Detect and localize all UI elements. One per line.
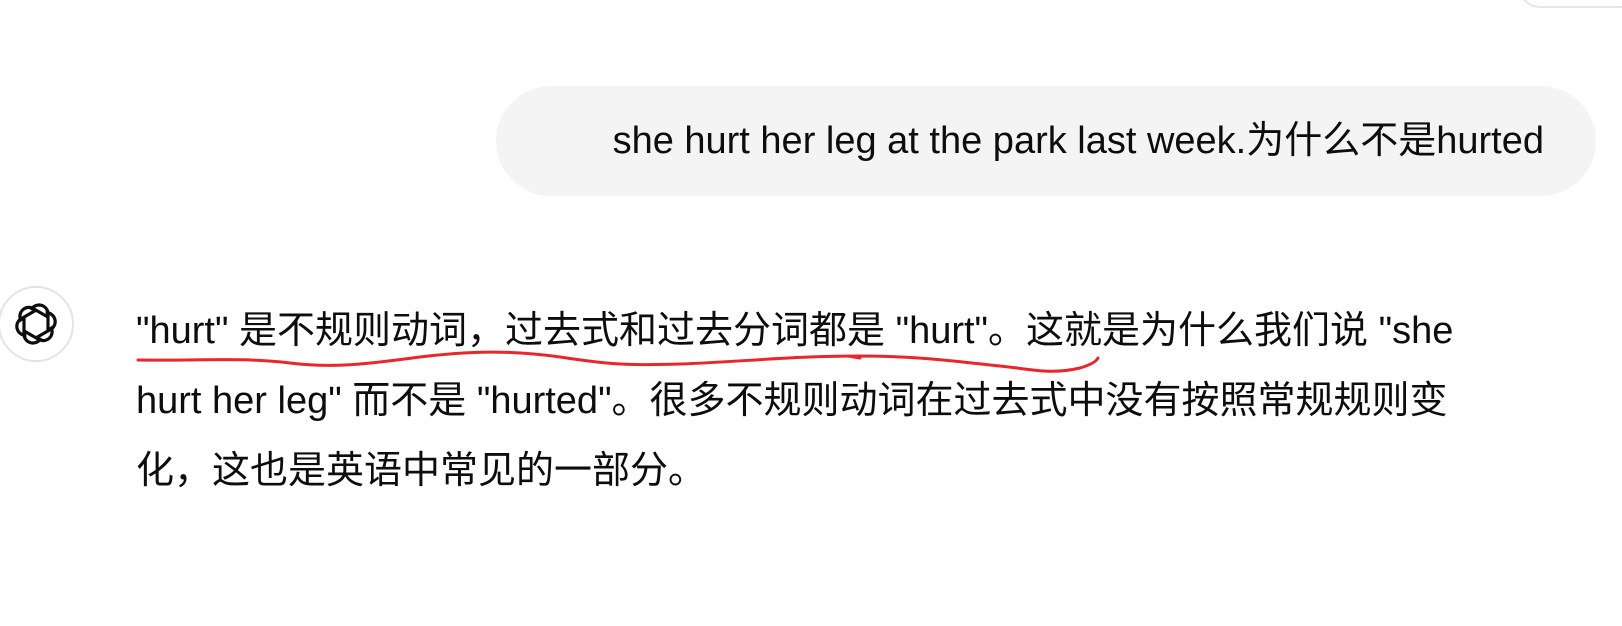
assistant-message-line-1: "hurt" 是不规则动词，过去式和过去分词都是 "hurt"。这就是为什么我们… xyxy=(136,310,1454,352)
top-right-button-edge[interactable] xyxy=(1518,0,1622,8)
openai-logo-icon xyxy=(15,303,57,345)
assistant-message: "hurt" 是不规则动词，过去式和过去分词都是 "hurt"。这就是为什么我们… xyxy=(136,296,1556,506)
assistant-message-line-3: 化，这也是英语中常见的一部分。 xyxy=(136,450,707,492)
user-message-text: she hurt her leg at the park last week.为… xyxy=(612,120,1544,162)
assistant-message-line-2: hurt her leg" 而不是 "hurted"。很多不规则动词在过去式中没… xyxy=(136,380,1448,422)
assistant-avatar xyxy=(0,286,74,362)
user-message-bubble: she hurt her leg at the park last week.为… xyxy=(496,86,1596,196)
